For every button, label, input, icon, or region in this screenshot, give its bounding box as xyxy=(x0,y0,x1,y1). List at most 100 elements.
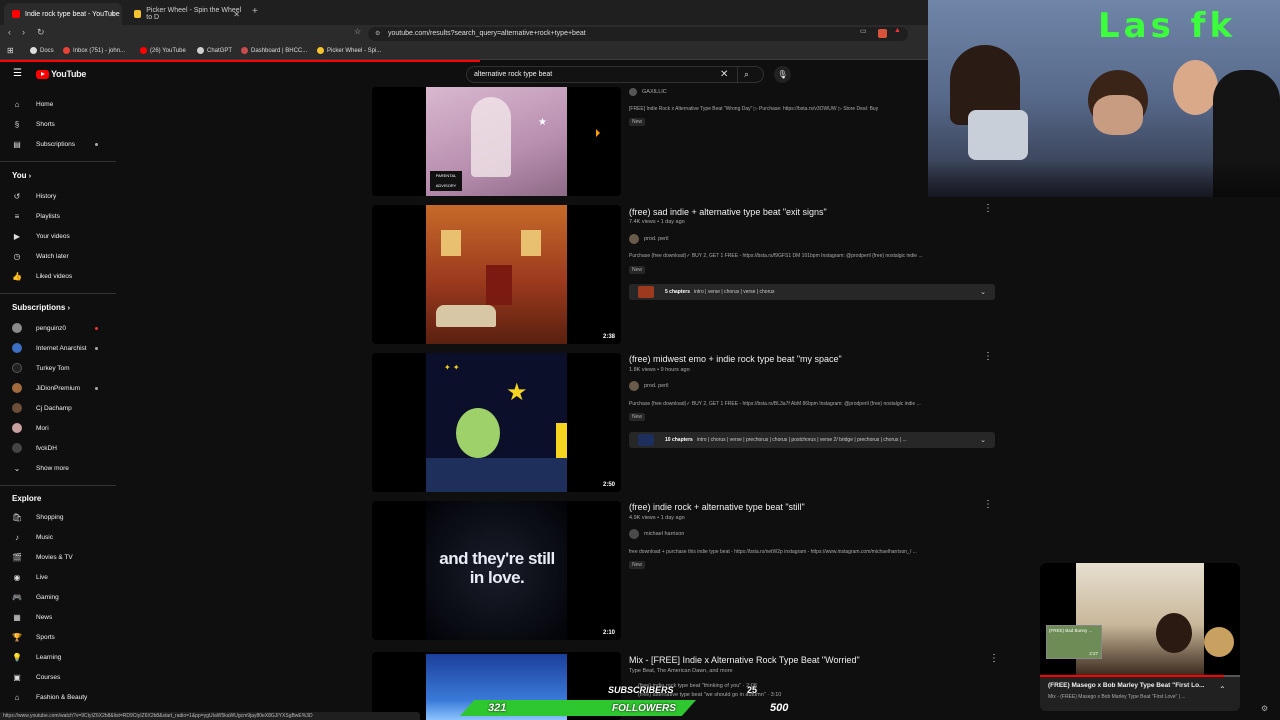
tab-picker-wheel[interactable]: Picker Wheel - Spin the Wheel to D ✕ xyxy=(126,3,246,25)
clock-icon: ◷ xyxy=(13,251,21,261)
search-input[interactable]: alternative rock type beat ✕ ⌕ xyxy=(466,66,764,83)
forward-icon[interactable]: › xyxy=(22,27,25,37)
channel-link[interactable]: prod. peril xyxy=(629,381,668,391)
avatar xyxy=(12,383,22,393)
chapters-bar[interactable]: 5 chapters intro | verse | chorus | vers… xyxy=(629,284,995,300)
sidebar-item-gaming[interactable]: 🎮 Gaming xyxy=(12,590,112,604)
new-badge: New xyxy=(629,266,646,274)
channel-link[interactable]: michael harrison xyxy=(629,529,684,539)
sidebar-sub-turkey-tom[interactable]: Turkey Tom xyxy=(12,361,112,375)
bookmark-youtube[interactable]: (26) YouTube xyxy=(140,47,186,54)
sidebar-sub-penguinz0[interactable]: penguinz0 xyxy=(12,321,112,335)
sidebar-item-news[interactable]: ▦ News xyxy=(12,610,112,624)
sidebar-item-fashion-beauty[interactable]: ⌂ Fashion & Beauty xyxy=(12,690,112,704)
voice-search-icon[interactable]: 🎙 xyxy=(774,66,791,83)
channel-link[interactable]: prod. peril xyxy=(629,234,668,244)
apps-grid-icon[interactable]: ⊞ xyxy=(7,46,14,55)
sidebar-item-shorts[interactable]: § Shorts xyxy=(12,117,112,131)
webcam-overlay: Las fk xyxy=(928,0,1280,197)
miniplayer-video[interactable]: (FREE) Bad Bunny ... 2:27 xyxy=(1040,563,1240,675)
new-tab-icon[interactable]: + xyxy=(252,6,258,17)
cast-icon[interactable]: ▭ xyxy=(860,27,867,35)
sidebar-item-playlists[interactable]: ≡ Playlists xyxy=(12,209,112,223)
clear-search-icon[interactable]: ✕ xyxy=(720,67,728,82)
more-options-icon[interactable]: ⋮ xyxy=(983,203,993,214)
avatar xyxy=(12,343,22,353)
sidebar-show-more[interactable]: ⌄ Show more xyxy=(12,461,112,475)
browser-tab-bar: Indie rock type beat - YouTube ✕ Picker … xyxy=(0,0,928,25)
sidebar-sub-fvckdh[interactable]: fvckDH xyxy=(12,441,112,455)
bookmark-star-icon[interactable]: ☆ xyxy=(354,27,361,36)
extension-icon[interactable] xyxy=(878,29,887,38)
sidebar-item-live[interactable]: ◉ Live xyxy=(12,570,112,584)
video-thumbnail[interactable]: 2:38 xyxy=(372,205,621,344)
bookmark-picker-wheel[interactable]: Picker Wheel - Spi... xyxy=(317,47,381,54)
video-title[interactable]: (free) indie rock + alternative type bea… xyxy=(629,502,805,512)
sidebar-item-courses[interactable]: ▣ Courses xyxy=(12,670,112,684)
sidebar-sub-cj-dachamp[interactable]: Cj Dachamp xyxy=(12,401,112,415)
avatar xyxy=(12,423,22,433)
alert-extension-icon[interactable]: ▲ xyxy=(894,27,901,34)
thumbnail-artwork: ★ ✦ ✦ xyxy=(426,353,567,492)
more-options-icon[interactable]: ⋮ xyxy=(989,653,999,664)
bookmark-dashboard[interactable]: Dashboard | BHCC... xyxy=(241,47,307,54)
tab-youtube[interactable]: Indie rock type beat - YouTube ✕ xyxy=(4,3,122,25)
sidebar-item-shopping[interactable]: 🛍 Shopping xyxy=(12,510,112,524)
search-divider xyxy=(737,67,738,82)
site-info-icon[interactable]: ⚙ xyxy=(375,27,380,41)
video-description: free download + purchase this indie type… xyxy=(629,549,917,555)
sidebar-item-liked-videos[interactable]: 👍 Liked videos xyxy=(12,269,112,283)
video-thumbnail[interactable]: ★ ✦ ✦ 2:50 xyxy=(372,353,621,492)
search-icon[interactable]: ⌕ xyxy=(744,67,749,82)
courses-icon: ▣ xyxy=(13,672,21,682)
video-thumbnail[interactable]: PARENTAL ADVISORY ★ xyxy=(372,87,621,196)
back-icon[interactable]: ‹ xyxy=(8,27,11,37)
sidebar-item-subscriptions[interactable]: ▤ Subscriptions xyxy=(12,137,112,151)
reload-icon[interactable]: ↻ xyxy=(37,27,45,38)
video-description: [FREE] Indie Rock x Alternative Type Bea… xyxy=(629,106,879,112)
sidebar-item-history[interactable]: ↺ History xyxy=(12,189,112,203)
settings-gear-icon[interactable]: ⚙ xyxy=(1261,704,1268,713)
your-videos-icon: ▶ xyxy=(13,231,21,241)
sidebar-item-movies-tv[interactable]: 🎬 Movies & TV xyxy=(12,550,112,564)
youtube-logo[interactable]: YouTube xyxy=(36,69,86,79)
thumbnail-caption: and they're still in love. xyxy=(439,549,555,587)
close-tab-icon[interactable]: ✕ xyxy=(233,10,240,19)
bookmark-inbox[interactable]: Inbox (751) - john... xyxy=(63,47,125,54)
sidebar-item-sports[interactable]: 🏆 Sports xyxy=(12,630,112,644)
sidebar-item-learning[interactable]: 💡 Learning xyxy=(12,650,112,664)
tab-label: Picker Wheel - Spin the Wheel to D xyxy=(146,7,242,21)
url-field[interactable]: ⚙ youtube.com/results?search_query=alter… xyxy=(368,27,908,41)
chevron-down-icon[interactable]: ⌄ xyxy=(980,436,986,444)
chapters-bar[interactable]: 10 chapters intro | chorus | verse | pre… xyxy=(629,432,995,448)
video-title[interactable]: (free) sad indie + alternative type beat… xyxy=(629,207,827,217)
miniplayer[interactable]: (FREE) Bad Bunny ... 2:27 (FREE) Masego … xyxy=(1040,563,1240,711)
close-tab-icon[interactable]: ✕ xyxy=(109,10,116,19)
bookmark-chatgpt[interactable]: ChatGPT xyxy=(197,47,232,54)
sidebar-item-watch-later[interactable]: ◷ Watch later xyxy=(12,249,112,263)
video-title[interactable]: (free) midwest emo + indie rock type bea… xyxy=(629,354,842,364)
video-title[interactable]: Mix - [FREE] Indie x Alternative Rock Ty… xyxy=(629,655,860,665)
sidebar-section-you[interactable]: You › xyxy=(12,171,31,180)
bookmark-docs[interactable]: Docs xyxy=(30,47,54,54)
sidebar-item-home[interactable]: ⌂ Home xyxy=(12,97,112,111)
miniplayer-title[interactable]: (FREE) Masego x Bob Marley Type Beat "Fi… xyxy=(1048,682,1204,689)
more-options-icon[interactable]: ⋮ xyxy=(983,499,993,510)
menu-icon[interactable]: ☰ xyxy=(13,68,22,79)
url-text: youtube.com/results?search_query=alterna… xyxy=(388,30,586,37)
followers-goal: 500 xyxy=(770,702,789,714)
sidebar-sub-mori[interactable]: Mori xyxy=(12,421,112,435)
channel-link[interactable]: GAXILLIC xyxy=(629,88,667,96)
miniplayer-progress-track[interactable] xyxy=(1040,675,1240,677)
sidebar-sub-jidionpremium[interactable]: JiDionPremium xyxy=(12,381,112,395)
parental-advisory-logo: PARENTAL ADVISORY xyxy=(430,171,462,191)
avatar xyxy=(12,443,22,453)
sidebar-section-subscriptions[interactable]: Subscriptions › xyxy=(12,303,70,312)
video-thumbnail[interactable]: and they're still in love. 2:10 xyxy=(372,501,621,640)
chevron-down-icon[interactable]: ⌄ xyxy=(980,288,986,296)
more-options-icon[interactable]: ⋮ xyxy=(983,351,993,362)
sidebar-item-music[interactable]: ♪ Music xyxy=(12,530,112,544)
sidebar-sub-internet-anarchist[interactable]: Internet Anarchist xyxy=(12,341,112,355)
sidebar-item-your-videos[interactable]: ▶ Your videos xyxy=(12,229,112,243)
chevron-up-icon[interactable]: ⌃ xyxy=(1219,685,1226,694)
